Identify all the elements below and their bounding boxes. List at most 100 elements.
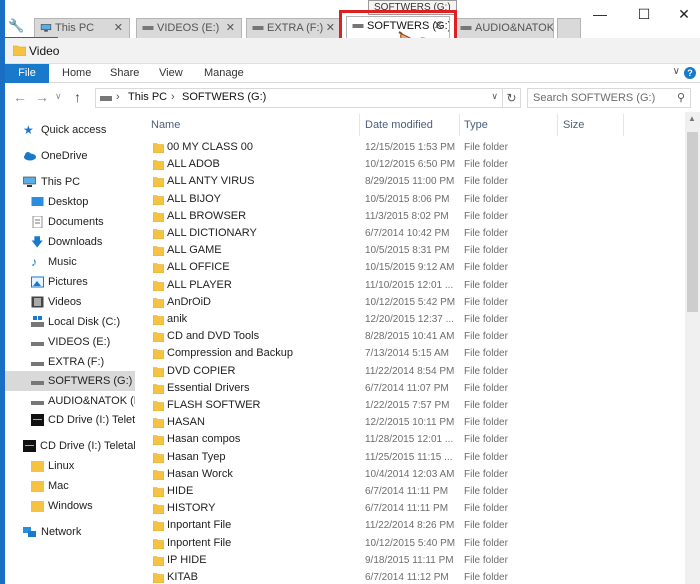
column-header-size[interactable]: Size xyxy=(563,114,584,136)
table-row[interactable]: HISTORY 6/7/2014 11:11 PM File folder xyxy=(151,500,681,517)
breadcrumb-separator: › xyxy=(116,91,120,103)
table-row[interactable]: ALL BROWSER 11/3/2015 8:02 PM File folder xyxy=(151,208,681,225)
table-row[interactable]: Hasan Tyep 11/25/2015 11:15 ... File folde… xyxy=(151,449,681,466)
table-row[interactable]: HASAN 12/2/2015 10:11 PM File folder xyxy=(151,414,681,431)
table-row[interactable]: ALL OFFICE 10/15/2015 9:12 AM File folder xyxy=(151,259,681,276)
close-icon[interactable]: ✕ xyxy=(326,19,335,37)
nav-label: Downloads xyxy=(48,236,103,248)
maximize-button[interactable]: ☐ xyxy=(634,6,654,22)
table-row[interactable]: ALL PLAYER 11/10/2015 12:01 ... File folde… xyxy=(151,277,681,294)
table-row[interactable]: ALL GAME 10/5/2015 8:31 PM File folder xyxy=(151,242,681,259)
folder-icon xyxy=(153,229,164,239)
table-row[interactable]: FLASH SOFTWER 1/22/2015 7:57 PM File folde… xyxy=(151,397,681,414)
scrollbar-thumb[interactable] xyxy=(687,132,698,312)
location-label[interactable]: Video xyxy=(29,44,59,58)
recent-locations-icon[interactable]: ∨ xyxy=(55,91,62,102)
file-type: File folder xyxy=(464,228,508,239)
file-date: 10/12/2015 5:42 PM xyxy=(365,296,456,308)
file-date: 8/28/2015 10:41 AM xyxy=(365,331,455,343)
column-divider[interactable] xyxy=(359,114,360,136)
table-row[interactable]: Essential Drivers 6/7/2014 11:07 PM File f… xyxy=(151,380,681,397)
address-bar[interactable]: › This PC › SOFTWERS (G:) ∨ xyxy=(95,88,503,108)
ribbon-tabs: File Home Share View Manage ∨ ? xyxy=(5,64,700,83)
tab-tooltip: SOFTWERS (G:) xyxy=(368,0,457,15)
column-divider[interactable] xyxy=(459,114,460,136)
tab-this-pc[interactable]: This PC ✕ xyxy=(34,18,130,38)
up-icon[interactable]: ↑ xyxy=(74,89,81,105)
table-row[interactable]: Hasan Worck 10/4/2014 12:03 AM File folder xyxy=(151,466,681,483)
tab-videos-e[interactable]: VIDEOS (E:) ✕ xyxy=(136,18,242,38)
file-date: 6/7/2014 10:42 PM xyxy=(365,228,450,239)
help-icon[interactable]: ? xyxy=(684,67,696,79)
table-row[interactable]: HIDE 6/7/2014 11:11 PM File folder xyxy=(151,483,681,500)
table-row[interactable]: Compression and Backup 7/13/2014 5:15 AM F… xyxy=(151,345,681,362)
table-row[interactable]: Inportant File 11/22/2014 8:26 PM File fol… xyxy=(151,517,681,534)
table-row[interactable]: Hasan compos 11/28/2015 12:01 ... File fol… xyxy=(151,431,681,448)
table-row[interactable]: ALL BIJOY 10/5/2015 8:06 PM File folder xyxy=(151,191,681,208)
table-row[interactable]: IP HIDE 9/18/2015 11:11 PM File folder xyxy=(151,552,681,569)
breadcrumb-this-pc[interactable]: This PC xyxy=(128,91,167,103)
new-tab-button[interactable] xyxy=(557,18,581,38)
folder-icon xyxy=(153,418,164,429)
close-icon[interactable]: ✕ xyxy=(226,19,235,37)
column-header-type[interactable]: Type xyxy=(464,114,488,136)
close-icon[interactable]: ✕ xyxy=(114,19,123,37)
table-row[interactable]: AnDrOiD 10/12/2015 5:42 PM File folder xyxy=(151,294,681,311)
back-icon[interactable]: ← xyxy=(13,89,27,105)
nav-label: Music xyxy=(48,256,77,268)
breadcrumb-drive[interactable]: SOFTWERS (G:) xyxy=(182,91,266,103)
table-row[interactable]: ALL DICTIONARY 6/7/2014 10:42 PM File fold… xyxy=(151,225,681,242)
folder-icon xyxy=(153,538,164,549)
chevron-down-icon[interactable]: ∨ xyxy=(673,66,680,77)
table-row[interactable]: anik 12/20/2015 12:37 ... File folder xyxy=(151,311,681,328)
pictures-icon xyxy=(31,276,44,288)
file-name: IP HIDE xyxy=(167,553,207,566)
tab-audio-natok[interactable]: AUDIO&NATOK xyxy=(454,18,554,38)
vertical-scrollbar[interactable]: ▲ xyxy=(685,112,700,584)
minimize-button[interactable]: — xyxy=(590,6,610,22)
file-type: File folder xyxy=(464,486,508,497)
file-name: FLASH SOFTWER xyxy=(167,399,261,411)
refresh-icon[interactable]: ↻ xyxy=(503,88,521,108)
file-date: 12/2/2015 10:11 PM xyxy=(365,417,455,429)
table-row[interactable]: ALL ADOB 10/12/2015 6:50 PM File folder xyxy=(151,156,681,173)
column-header-date[interactable]: Date modified xyxy=(365,114,433,136)
ribbon-tab-view[interactable]: View xyxy=(159,64,183,83)
file-name: ALL GAME xyxy=(167,244,222,257)
table-row[interactable]: 00 MY CLASS 00 12/15/2015 1:53 PM File fol… xyxy=(151,139,681,156)
table-row[interactable]: DVD COPIER 11/22/2014 8:54 PM File folder xyxy=(151,363,681,380)
folder-icon xyxy=(153,315,164,325)
file-name: KITAB xyxy=(167,571,198,583)
table-row[interactable]: Inportent File 10/12/2015 5:40 PM File fol… xyxy=(151,535,681,552)
wrench-icon[interactable]: 🔧 xyxy=(8,18,24,33)
file-date: 11/28/2015 12:01 ... xyxy=(365,434,454,446)
column-divider[interactable] xyxy=(623,114,624,136)
column-divider[interactable] xyxy=(557,114,558,136)
nav-label: Mac xyxy=(48,480,69,492)
folder-icon xyxy=(153,263,164,274)
drive-icon xyxy=(352,24,364,28)
table-row[interactable]: CD and DVD Tools 8/28/2015 10:41 AM File f… xyxy=(151,328,681,345)
chevron-down-icon[interactable]: ∨ xyxy=(491,91,498,102)
folder-icon xyxy=(153,298,164,308)
scroll-up-icon[interactable]: ▲ xyxy=(688,114,696,123)
file-date: 10/4/2014 12:03 AM xyxy=(365,468,455,480)
table-row[interactable]: ALL ANTY VIRUS 8/29/2015 11:00 PM File fol… xyxy=(151,173,681,190)
close-icon[interactable]: ✕ xyxy=(434,17,443,35)
file-name: Inportent File xyxy=(167,536,232,549)
file-type: File folder xyxy=(464,348,508,360)
nav-label: Documents xyxy=(48,216,104,228)
file-type: File folder xyxy=(464,262,508,274)
ribbon-tab-file[interactable]: File xyxy=(5,64,49,83)
search-input[interactable]: Search SOFTWERS (G:) ⚲ xyxy=(527,88,691,108)
ribbon-tab-manage[interactable]: Manage xyxy=(204,64,244,83)
file-list: Name ⌃ Date modified Type Size 00 MY CLA… xyxy=(135,112,685,584)
table-row[interactable]: KITAB 6/7/2014 11:12 PM File folder xyxy=(151,569,681,584)
tab-extra-f[interactable]: EXTRA (F:) ✕ xyxy=(246,18,342,38)
close-window-button[interactable]: ✕ xyxy=(674,6,694,22)
ribbon-tab-home[interactable]: Home xyxy=(62,64,91,83)
forward-icon[interactable]: → xyxy=(35,89,49,105)
column-header-name[interactable]: Name xyxy=(151,114,180,136)
ribbon-tab-share[interactable]: Share xyxy=(110,64,139,83)
file-name: Essential Drivers xyxy=(167,381,250,394)
